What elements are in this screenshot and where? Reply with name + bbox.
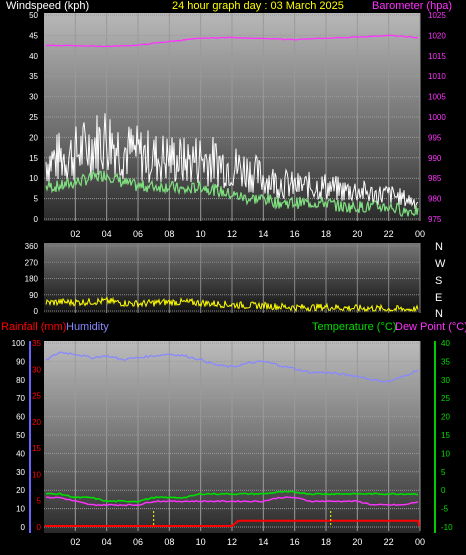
barometer-tick-label: 1005 (428, 93, 446, 102)
compass-n-bottom: N (435, 308, 443, 320)
rainfall-tick-label: 15 (32, 444, 41, 453)
humidity-tick-label: 60 (16, 413, 25, 422)
x-tick-label: 12 (227, 229, 237, 239)
windspeed-tick-label: 45 (29, 31, 38, 40)
x-tick-label: 00 (415, 537, 425, 547)
temperature-tick-label: 10 (441, 449, 450, 458)
x-tick-label: 04 (102, 229, 112, 239)
temperature-tick-label: 0 (441, 486, 446, 495)
rainfall-tick-label: 20 (32, 418, 41, 427)
windspeed-tick-label: 40 (29, 52, 38, 61)
barometer-tick-label: 985 (428, 174, 442, 183)
temperature-tick-label: 35 (441, 357, 450, 366)
compass-labels: N W S E N (435, 241, 446, 320)
temperature-tick-label: 25 (441, 394, 450, 403)
humidity-tick-label: 80 (16, 376, 25, 385)
temperature-tick-label: 5 (441, 468, 446, 477)
x-tick-label: 10 (196, 229, 206, 239)
x-tick-label: 06 (133, 537, 143, 547)
rainfall-tick-label: 0 (37, 523, 42, 532)
x-tick-label: 18 (321, 537, 331, 547)
temperature-tick-label: -10 (441, 523, 453, 532)
barometer-tick-label: 1020 (428, 31, 446, 40)
humidity-tick-label: 0 (21, 523, 26, 532)
humidity-tick-label: 10 (16, 505, 25, 514)
humidity-tick-label: 30 (16, 468, 25, 477)
barometer-tick-label: 1010 (428, 72, 446, 81)
x-tick-label: 20 (352, 537, 362, 547)
barometer-tick-label: 990 (428, 154, 442, 163)
direction-tick-label: 360 (25, 242, 39, 251)
wind-direction-ticks: 0 90 180 270 360 (25, 242, 39, 316)
rainfall-tick-label: 5 (37, 497, 42, 506)
rainfall-tick-label: 35 (32, 339, 41, 348)
x-tick-label: 10 (196, 537, 206, 547)
x-tick-label: 16 (290, 537, 300, 547)
x-tick-label: 08 (164, 537, 174, 547)
humidity-axis-title: Humidity (66, 321, 109, 333)
humidity-tick-label: 50 (16, 431, 25, 440)
windspeed-tick-label: 25 (29, 113, 38, 122)
windspeed-tick-label: 0 (34, 215, 39, 224)
humidity-tick-label: 100 (12, 339, 26, 348)
weather-graph: Windspeed (kph) 24 hour graph day : 03 M… (1, 0, 466, 547)
direction-tick-label: 180 (25, 275, 39, 284)
x-tick-label: 18 (321, 229, 331, 239)
x-tick-label: 16 (290, 229, 300, 239)
x-tick-label: 00 (415, 229, 425, 239)
windspeed-tick-label: 35 (29, 72, 38, 81)
temperature-tick-label: -5 (441, 505, 449, 514)
dewpoint-axis-title: Dew Point (°C) (395, 321, 466, 333)
rainfall-axis-title: Rainfall (mm) (1, 321, 66, 333)
x-tick-label: 12 (227, 537, 237, 547)
chart-title: 24 hour graph day : 03 March 2025 (172, 0, 344, 12)
humidity-tick-label: 20 (16, 486, 25, 495)
rainfall-tick-label: 30 (32, 365, 41, 374)
x-tick-label: 02 (70, 537, 80, 547)
windspeed-tick-label: 5 (34, 195, 39, 204)
x-tick-label: 22 (384, 229, 394, 239)
humidity-tick-label: 70 (16, 394, 25, 403)
barometer-tick-label: 995 (428, 133, 442, 142)
barometer-tick-label: 1000 (428, 113, 446, 122)
x-tick-label: 14 (258, 229, 268, 239)
temperature-tick-label: 30 (441, 376, 450, 385)
x-tick-label: 22 (384, 537, 394, 547)
x-tick-label: 08 (164, 229, 174, 239)
temperature-tick-label: 40 (441, 339, 450, 348)
humidity-tick-label: 40 (16, 449, 25, 458)
temperature-axis-title: Temperature (°C) (312, 321, 396, 333)
direction-tick-label: 270 (25, 258, 39, 267)
windspeed-tick-label: 15 (29, 154, 38, 163)
temperature-tick-label: 20 (441, 413, 450, 422)
windspeed-tick-label: 30 (29, 93, 38, 102)
compass-e: E (435, 292, 442, 304)
x-tick-label: 02 (70, 229, 80, 239)
direction-tick-label: 0 (34, 307, 39, 316)
compass-s: S (435, 275, 442, 287)
rainfall-tick-label: 10 (32, 470, 41, 479)
barometer-tick-label: 980 (428, 195, 442, 204)
x-tick-label: 20 (352, 229, 362, 239)
direction-tick-label: 90 (29, 291, 38, 300)
windspeed-tick-label: 10 (29, 174, 38, 183)
windspeed-axis-title: Windspeed (kph) (6, 0, 89, 12)
compass-w: W (435, 258, 446, 270)
x-tick-label: 14 (258, 537, 268, 547)
temperature-axis-bar (434, 341, 436, 533)
barometer-tick-label: 1015 (428, 52, 446, 61)
temperature-tick-label: 15 (441, 431, 450, 440)
compass-n-top: N (435, 241, 443, 253)
barometer-tick-label: 1025 (428, 11, 446, 20)
windspeed-tick-label: 50 (29, 11, 38, 20)
x-tick-label: 04 (102, 537, 112, 547)
barometer-tick-label: 975 (428, 215, 442, 224)
humidity-tick-label: 90 (16, 357, 25, 366)
rainfall-tick-label: 25 (32, 392, 41, 401)
windspeed-tick-label: 20 (29, 133, 38, 142)
x-tick-label: 06 (133, 229, 143, 239)
humidity-axis-bar (29, 341, 31, 533)
